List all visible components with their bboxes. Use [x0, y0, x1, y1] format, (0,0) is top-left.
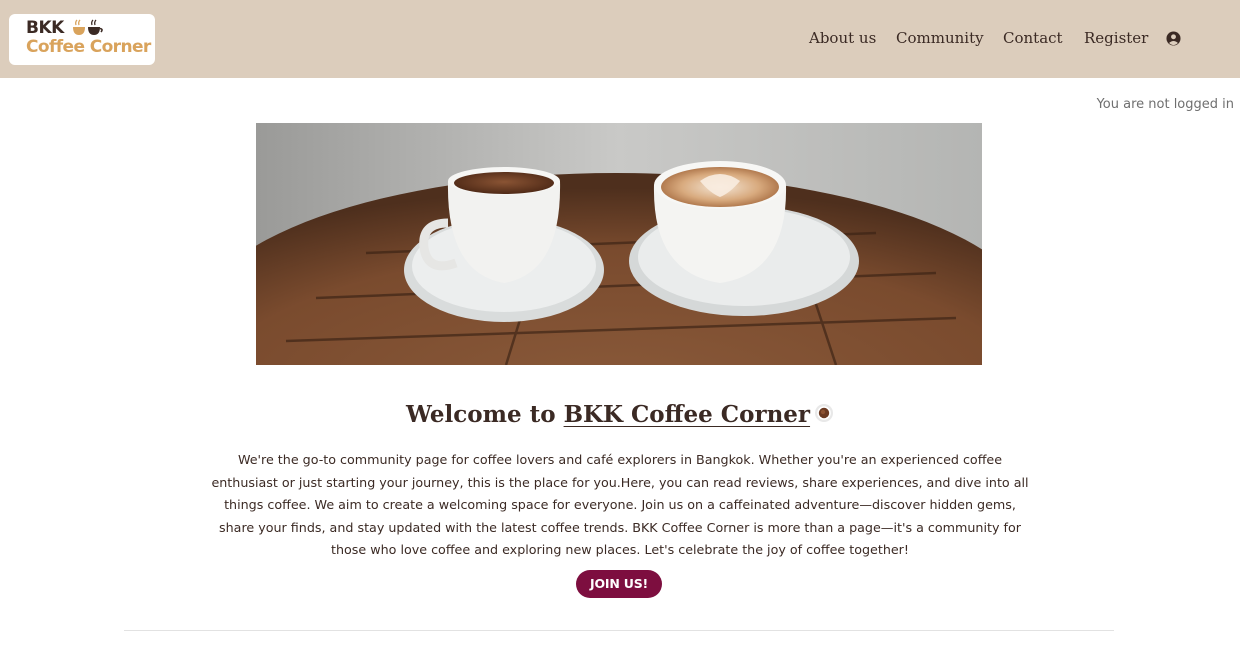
logo-text-coffee-corner: Coffee Corner	[26, 37, 151, 57]
intro-paragraph: We're the go-to community page for coffe…	[211, 452, 1029, 558]
coffee-cups-icon	[73, 19, 103, 35]
welcome-heading: Welcome to BKK Coffee Corner	[0, 401, 1240, 428]
login-status-text: You are not logged in	[1096, 97, 1234, 112]
nav-about-us[interactable]: About us	[809, 29, 876, 49]
coffee-cup-icon	[815, 404, 834, 422]
section-divider	[124, 630, 1114, 631]
nav-community[interactable]: Community	[896, 29, 984, 49]
brand-link[interactable]: BKK Coffee Corner	[564, 401, 810, 428]
coffee-cups-photo	[256, 123, 982, 365]
nav-contact[interactable]: Contact	[1003, 29, 1063, 49]
join-us-button[interactable]: JOIN US!	[576, 570, 662, 598]
site-header: BKK Coffee Corner About us Community Con…	[0, 0, 1240, 78]
site-logo[interactable]: BKK Coffee Corner	[9, 14, 155, 65]
welcome-prefix: Welcome to	[405, 401, 556, 428]
logo-text-bkk: BKK	[26, 18, 64, 38]
nav-register[interactable]: Register	[1084, 29, 1148, 49]
user-circle-icon[interactable]	[1166, 31, 1181, 46]
hero-image	[256, 123, 982, 365]
